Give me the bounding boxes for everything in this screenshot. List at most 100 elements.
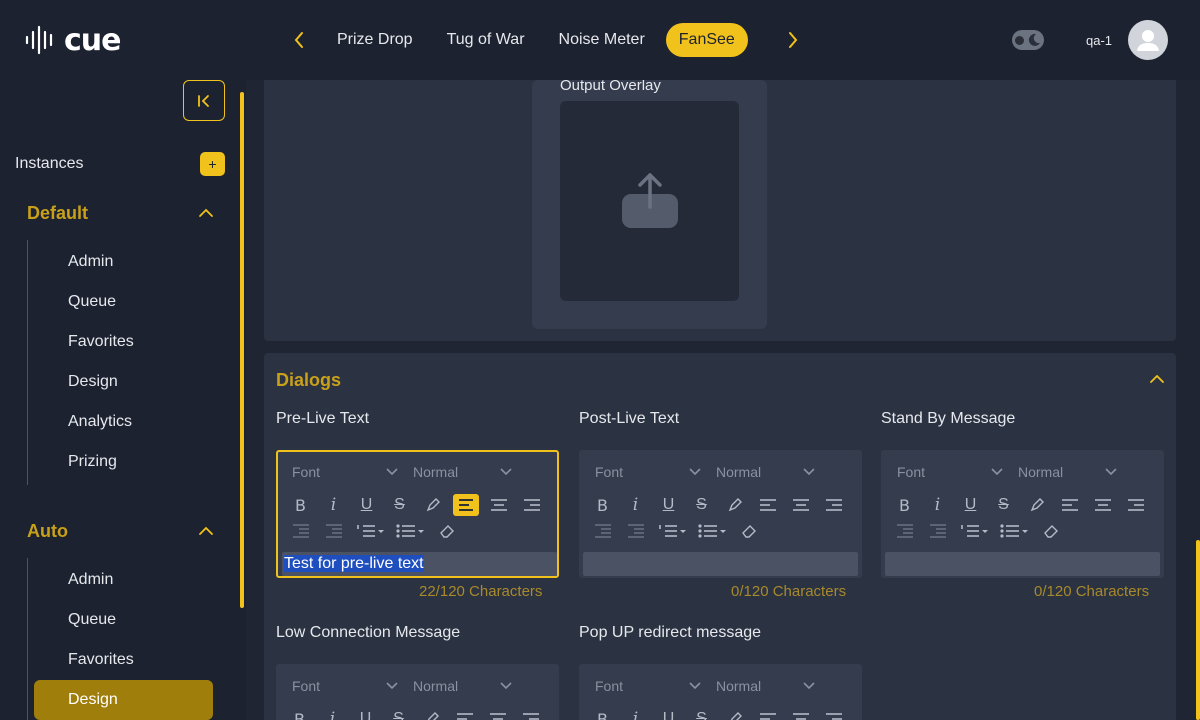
- highlight-button[interactable]: [1020, 494, 1053, 516]
- align-left-button[interactable]: [1053, 494, 1086, 516]
- size-select[interactable]: Normal: [716, 678, 816, 694]
- align-center-button[interactable]: [481, 708, 514, 720]
- underline-button[interactable]: U: [652, 708, 685, 720]
- group-title-auto[interactable]: Auto: [27, 521, 68, 542]
- sidebar-item-admin[interactable]: Admin: [68, 571, 113, 589]
- bold-button[interactable]: B: [888, 494, 921, 516]
- font-select[interactable]: Font: [292, 678, 399, 694]
- add-instance-button[interactable]: +: [200, 152, 225, 176]
- nav-item-fansee[interactable]: FanSee: [665, 23, 748, 57]
- outdent-button[interactable]: [284, 520, 317, 542]
- align-right-button[interactable]: [514, 708, 547, 720]
- group-title-default[interactable]: Default: [27, 203, 88, 224]
- font-select[interactable]: Font: [595, 678, 702, 694]
- sidebar-item-analytics[interactable]: Analytics: [68, 413, 132, 431]
- strikethrough-button[interactable]: S: [685, 708, 718, 720]
- outdent-button[interactable]: [586, 520, 619, 542]
- strikethrough-button[interactable]: S: [382, 708, 415, 720]
- nav-next-button[interactable]: [782, 22, 804, 58]
- strikethrough-button[interactable]: S: [383, 494, 416, 516]
- post-live-text-input[interactable]: [583, 552, 858, 576]
- bullet-list-button[interactable]: [692, 520, 732, 542]
- bold-button[interactable]: B: [586, 708, 619, 720]
- bullet-list-button[interactable]: [390, 520, 430, 542]
- theme-toggle[interactable]: [1012, 30, 1044, 50]
- collapse-sidebar-button[interactable]: [183, 80, 225, 121]
- size-select[interactable]: Normal: [1018, 464, 1118, 480]
- align-left-button[interactable]: [448, 708, 481, 720]
- align-left-button[interactable]: [751, 494, 784, 516]
- align-right-button[interactable]: [817, 708, 850, 720]
- italic-button[interactable]: i: [921, 494, 954, 516]
- ordered-list-button[interactable]: [652, 520, 692, 542]
- underline-button[interactable]: U: [652, 494, 685, 516]
- clear-format-button[interactable]: [732, 520, 765, 542]
- nav-item-noise-meter[interactable]: Noise Meter: [546, 23, 658, 57]
- highlight-button[interactable]: [718, 494, 751, 516]
- stand-by-text-input[interactable]: [885, 552, 1160, 576]
- font-select[interactable]: Font: [595, 464, 702, 480]
- highlight-button[interactable]: [416, 494, 449, 516]
- avatar[interactable]: [1128, 20, 1168, 60]
- bold-button[interactable]: B: [586, 494, 619, 516]
- chevron-up-icon[interactable]: [1148, 370, 1166, 388]
- sidebar-item-prizing[interactable]: Prizing: [68, 453, 117, 471]
- main-scrollbar[interactable]: [1196, 540, 1200, 720]
- cue-logo[interactable]: cue: [24, 23, 121, 58]
- sidebar-item-design-active[interactable]: Design: [34, 680, 213, 720]
- align-center-button[interactable]: [482, 494, 515, 516]
- italic-button[interactable]: i: [619, 708, 652, 720]
- ordered-list-button[interactable]: [350, 520, 390, 542]
- sidebar-scrollbar[interactable]: [240, 92, 244, 608]
- underline-button[interactable]: U: [350, 494, 383, 516]
- sidebar-item-admin[interactable]: Admin: [68, 253, 113, 271]
- pre-live-editor[interactable]: Font Normal B i U S Test for pre-live te…: [276, 450, 559, 578]
- align-right-button[interactable]: [817, 494, 850, 516]
- ordered-list-button[interactable]: [954, 520, 994, 542]
- highlight-button[interactable]: [415, 708, 448, 720]
- size-select[interactable]: Normal: [413, 678, 513, 694]
- overlay-upload-dropzone[interactable]: [560, 101, 739, 301]
- strikethrough-button[interactable]: S: [685, 494, 718, 516]
- italic-button[interactable]: i: [619, 494, 652, 516]
- underline-button[interactable]: U: [349, 708, 382, 720]
- outdent-button[interactable]: [888, 520, 921, 542]
- popup-redirect-editor[interactable]: Font Normal B i U S: [579, 664, 862, 720]
- clear-format-button[interactable]: [1034, 520, 1067, 542]
- highlight-button[interactable]: [718, 708, 751, 720]
- align-center-button[interactable]: [1086, 494, 1119, 516]
- chevron-up-icon[interactable]: [197, 522, 215, 540]
- nav-prev-button[interactable]: [288, 22, 310, 58]
- align-center-button[interactable]: [784, 708, 817, 720]
- strikethrough-button[interactable]: S: [987, 494, 1020, 516]
- italic-button[interactable]: i: [317, 494, 350, 516]
- size-select[interactable]: Normal: [716, 464, 816, 480]
- sidebar-item-queue[interactable]: Queue: [68, 293, 116, 311]
- font-select[interactable]: Font: [292, 464, 399, 480]
- chevron-up-icon[interactable]: [197, 204, 215, 222]
- align-right-button[interactable]: [515, 494, 548, 516]
- pre-live-text-input[interactable]: Test for pre-live text: [282, 552, 557, 576]
- nav-item-tug-of-war[interactable]: Tug of War: [434, 23, 538, 57]
- low-connection-editor[interactable]: Font Normal B i U S: [276, 664, 559, 720]
- align-left-button[interactable]: [751, 708, 784, 720]
- indent-button[interactable]: [317, 520, 350, 542]
- italic-button[interactable]: i: [316, 708, 349, 720]
- sidebar-item-queue[interactable]: Queue: [68, 611, 116, 629]
- sidebar-item-favorites[interactable]: Favorites: [68, 333, 134, 351]
- bold-button[interactable]: B: [284, 494, 317, 516]
- indent-button[interactable]: [921, 520, 954, 542]
- sidebar-item-design[interactable]: Design: [68, 373, 118, 391]
- align-right-button[interactable]: [1119, 494, 1152, 516]
- align-left-button[interactable]: [453, 494, 479, 516]
- bullet-list-button[interactable]: [994, 520, 1034, 542]
- clear-format-button[interactable]: [430, 520, 463, 542]
- sidebar-item-favorites[interactable]: Favorites: [68, 651, 134, 669]
- indent-button[interactable]: [619, 520, 652, 542]
- post-live-editor[interactable]: Font Normal B i U S: [579, 450, 862, 578]
- stand-by-editor[interactable]: Font Normal B i U S: [881, 450, 1164, 578]
- nav-item-prize-drop[interactable]: Prize Drop: [324, 23, 426, 57]
- size-select[interactable]: Normal: [413, 464, 513, 480]
- bold-button[interactable]: B: [283, 708, 316, 720]
- underline-button[interactable]: U: [954, 494, 987, 516]
